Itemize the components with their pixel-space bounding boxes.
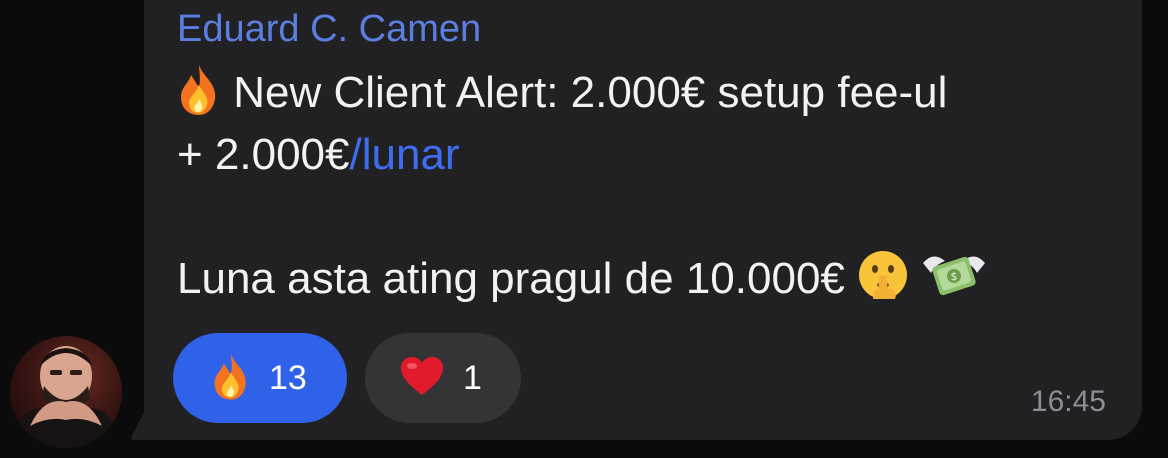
message-line-2-text: + 2.000€ [177, 130, 350, 179]
message-timestamp: 16:45 [1030, 385, 1106, 418]
fire-icon [211, 352, 251, 405]
reactions-bar: 13 1 [173, 333, 521, 423]
money-with-wings-icon: $ [921, 249, 987, 318]
reaction-count-heart: 1 [463, 358, 482, 397]
message-text: New Client Alert: 2.000€ setup fee-ul + … [177, 62, 1127, 310]
reaction-count-fire: 13 [269, 358, 307, 397]
message-line-1-text: New Client Alert: 2.000€ setup fee-ul [221, 68, 948, 117]
reaction-heart[interactable]: 1 [365, 333, 521, 423]
message-bubble[interactable]: Eduard C. Camen New Client Alert: 2.000€… [144, 0, 1142, 440]
fire-icon [177, 63, 221, 132]
message-line-2: + 2.000€/lunar [177, 124, 1127, 186]
shushing-face-icon [857, 249, 909, 318]
red-heart-icon [399, 355, 445, 402]
message-line-3: Luna asta ating pragul de 10.000€ $ [177, 248, 1127, 310]
sender-name[interactable]: Eduard C. Camen [177, 8, 481, 51]
message-line-3-text: Luna asta ating pragul de 10.000€ [177, 254, 858, 303]
message-line-1: New Client Alert: 2.000€ setup fee-ul [177, 62, 1127, 124]
message-link[interactable]: /lunar [350, 130, 460, 179]
reaction-fire[interactable]: 13 [173, 333, 347, 423]
chat-view: Eduard C. Camen New Client Alert: 2.000€… [0, 0, 1168, 458]
avatar[interactable] [10, 336, 122, 448]
svg-text:$: $ [951, 270, 958, 283]
avatar-portrait-icon [10, 346, 122, 448]
